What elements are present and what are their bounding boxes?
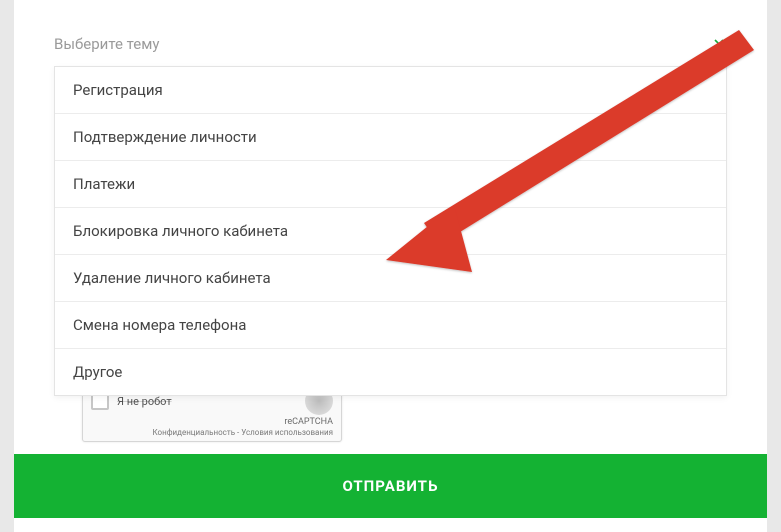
- dropdown-option[interactable]: Регистрация: [55, 67, 726, 114]
- recaptcha-footer: reCAPTCHA Конфиденциальность - Условия и…: [91, 417, 333, 437]
- submit-button[interactable]: ОТПРАВИТЬ: [14, 454, 767, 518]
- dropdown-option[interactable]: Блокировка личного кабинета: [55, 208, 726, 255]
- dropdown-option[interactable]: Другое: [55, 349, 726, 395]
- dropdown-option[interactable]: Платежи: [55, 161, 726, 208]
- chevron-down-icon: [711, 34, 727, 54]
- topic-select-wrap: Выберите тему Регистрация Подтверждение …: [14, 0, 767, 396]
- dropdown-option[interactable]: Подтверждение личности: [55, 114, 726, 161]
- form-panel: Выберите тему Регистрация Подтверждение …: [14, 0, 767, 532]
- recaptcha-label: Я не робот: [117, 396, 299, 407]
- dropdown-option[interactable]: Удаление личного кабинета: [55, 255, 726, 302]
- dropdown-option[interactable]: Смена номера телефона: [55, 302, 726, 349]
- recaptcha-brand: reCAPTCHA: [91, 417, 333, 428]
- topic-select-placeholder: Выберите тему: [54, 35, 159, 53]
- submit-label: ОТПРАВИТЬ: [343, 477, 439, 495]
- topic-dropdown: Регистрация Подтверждение личности Плате…: [54, 66, 727, 396]
- recaptcha-terms: Конфиденциальность - Условия использован…: [91, 428, 333, 438]
- topic-select-control[interactable]: Выберите тему: [54, 34, 727, 54]
